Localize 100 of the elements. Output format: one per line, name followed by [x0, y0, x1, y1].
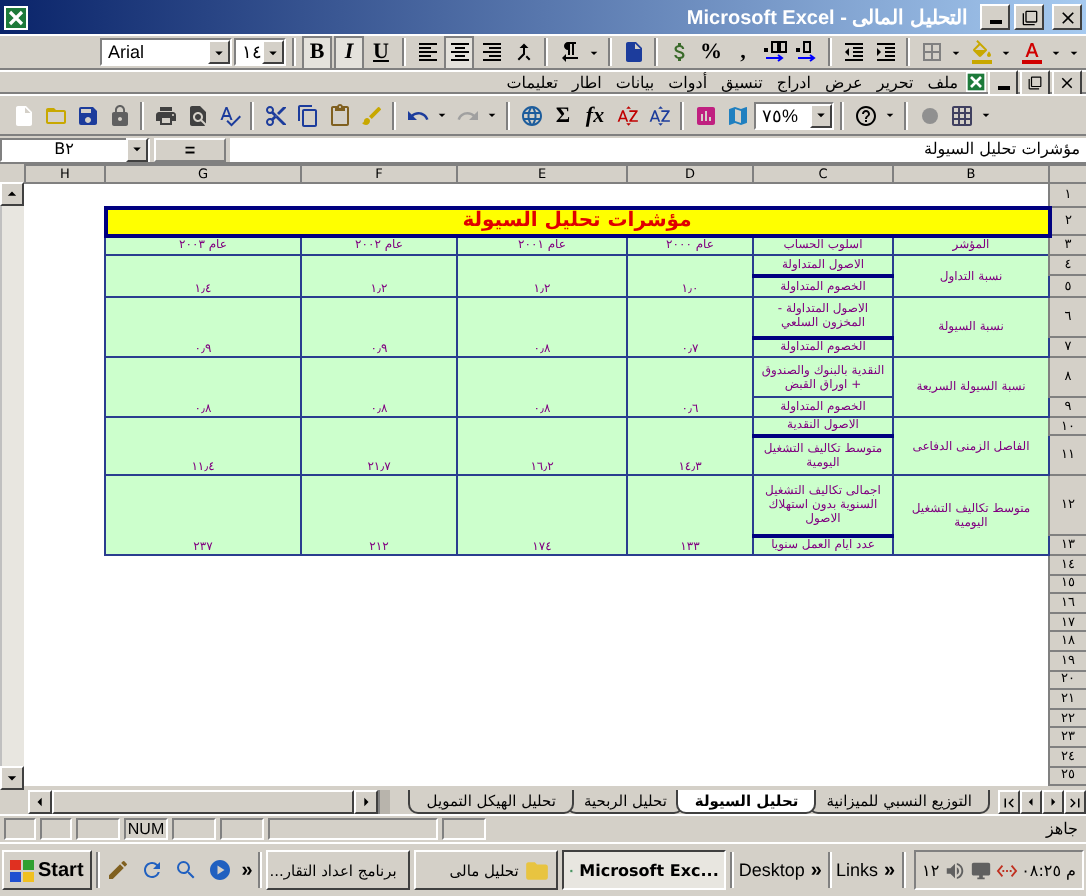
restore-icon — [1028, 75, 1042, 89]
text-direction-icon — [557, 40, 581, 64]
cut-icon — [263, 103, 287, 127]
num-lock-indicator: NUM — [124, 818, 168, 840]
minimize-button[interactable] — [980, 4, 1010, 30]
spelling-icon — [217, 103, 241, 127]
last-sheet-button[interactable] — [1064, 790, 1086, 814]
menu-item[interactable]: تعليمات — [500, 71, 564, 93]
increase-decimal-icon — [762, 40, 788, 64]
permission-icon — [107, 103, 131, 127]
fill-color-button[interactable] — [966, 35, 996, 69]
monitor-icon — [969, 859, 992, 881]
folder-icon — [524, 857, 551, 883]
hyperlink-icon — [519, 103, 543, 127]
previous-sheet-button[interactable] — [1020, 790, 1042, 814]
menu-item[interactable]: تحرير — [870, 71, 920, 93]
status-panel — [442, 818, 486, 840]
toolbar-label[interactable]: Desktop — [738, 860, 805, 880]
restore-button[interactable] — [1014, 4, 1044, 30]
restore-button[interactable] — [1020, 69, 1050, 95]
bold-button[interactable]: B — [302, 35, 332, 69]
align-right-icon — [479, 40, 503, 64]
scroll-left-button[interactable] — [28, 790, 52, 814]
sort-descending-icon — [647, 103, 671, 127]
status-text: جاهز — [1043, 820, 1080, 838]
save-icon — [75, 103, 99, 127]
scroll-right-button[interactable] — [354, 790, 378, 814]
first-icon — [1000, 793, 1018, 811]
align-center-icon — [447, 40, 471, 64]
function-button[interactable]: fx — [580, 98, 610, 132]
speaker-icon — [943, 859, 966, 881]
next-sheet-button[interactable] — [1042, 790, 1064, 814]
select-all-corner[interactable] — [1049, 165, 1086, 183]
fill-color-icon — [969, 40, 993, 64]
font-size-field[interactable]: ١٤ — [234, 38, 286, 66]
status-panel — [40, 818, 72, 840]
more-button[interactable]: » — [808, 859, 824, 881]
font-field[interactable]: Arial — [100, 38, 232, 66]
grid-icon — [949, 103, 973, 127]
start-button[interactable]: Start — [2, 850, 92, 890]
menu-item[interactable]: ملف — [921, 71, 964, 93]
underline-button[interactable]: U — [366, 35, 396, 69]
close-icon — [1057, 7, 1077, 27]
minimize-button[interactable] — [988, 69, 1018, 95]
autosum-button[interactable]: Σ — [548, 98, 578, 132]
menu-item[interactable]: أدوات — [662, 71, 714, 93]
menu-item[interactable]: تنسيق — [715, 71, 769, 93]
last-icon — [1066, 793, 1084, 811]
more-button[interactable]: » — [239, 859, 255, 881]
status-panel — [4, 818, 36, 840]
minimize-icon — [989, 20, 1001, 24]
menu-item[interactable]: ادراج — [770, 71, 817, 93]
edit-formula-button[interactable]: = — [154, 137, 226, 161]
minimize-icon — [997, 85, 1009, 89]
italic-button[interactable]: I — [334, 35, 364, 69]
open-folder-icon — [43, 103, 67, 127]
edit-icon — [106, 858, 131, 882]
status-panel — [220, 818, 264, 840]
copy-icon — [295, 103, 319, 127]
comma-button[interactable]: , — [728, 35, 758, 69]
first-sheet-button[interactable] — [998, 790, 1020, 814]
formula-field[interactable]: مؤشرات تحليل السيولة — [230, 137, 1086, 161]
scrollbar-thumb[interactable] — [52, 790, 354, 814]
name-box[interactable]: B٢ — [0, 137, 150, 161]
menu-item[interactable]: اطار — [565, 71, 608, 93]
menu-item[interactable]: بيانات — [609, 71, 661, 93]
more-button[interactable]: » — [881, 859, 898, 881]
decrease-decimal-icon — [794, 40, 820, 64]
media-player-icon — [208, 858, 233, 882]
clock: م ٠٨:٢٥ — [1021, 861, 1076, 879]
toolbar-label[interactable]: Links — [835, 860, 878, 880]
search-icon — [174, 858, 199, 882]
chart-icon — [693, 103, 717, 127]
window-title: Microsoft Excel - التحليل المالى — [684, 5, 970, 29]
sort-ascending-icon — [615, 103, 639, 127]
record-icon — [917, 103, 941, 127]
menu-item[interactable]: عرض — [818, 71, 869, 93]
refresh-icon — [140, 858, 165, 882]
format-painter-icon — [359, 103, 383, 127]
new-file-icon — [11, 103, 35, 127]
close-button[interactable] — [1052, 4, 1082, 30]
font-color-icon — [1019, 40, 1043, 64]
print-preview-icon — [185, 103, 209, 127]
align-center-button[interactable] — [444, 35, 474, 69]
increase-indent-icon — [873, 40, 897, 64]
percent-button[interactable]: % — [696, 35, 726, 69]
status-panel — [172, 818, 216, 840]
close-button[interactable] — [1052, 69, 1082, 95]
help-icon — [853, 103, 877, 127]
borders-icon — [919, 40, 943, 64]
taskbar-button[interactable]: Microsoft Exc... — [562, 850, 727, 890]
network-icon — [995, 859, 1018, 881]
zoom-field[interactable]: ٧٥% — [754, 101, 834, 129]
windows-logo-icon — [10, 859, 34, 881]
scroll-down-button[interactable] — [0, 766, 24, 790]
page-direction-icon — [621, 40, 645, 64]
language-indicator[interactable]: ١٢ — [922, 861, 940, 879]
scroll-up-button[interactable] — [0, 182, 24, 206]
print-icon — [153, 103, 177, 127]
map-icon — [725, 103, 749, 127]
